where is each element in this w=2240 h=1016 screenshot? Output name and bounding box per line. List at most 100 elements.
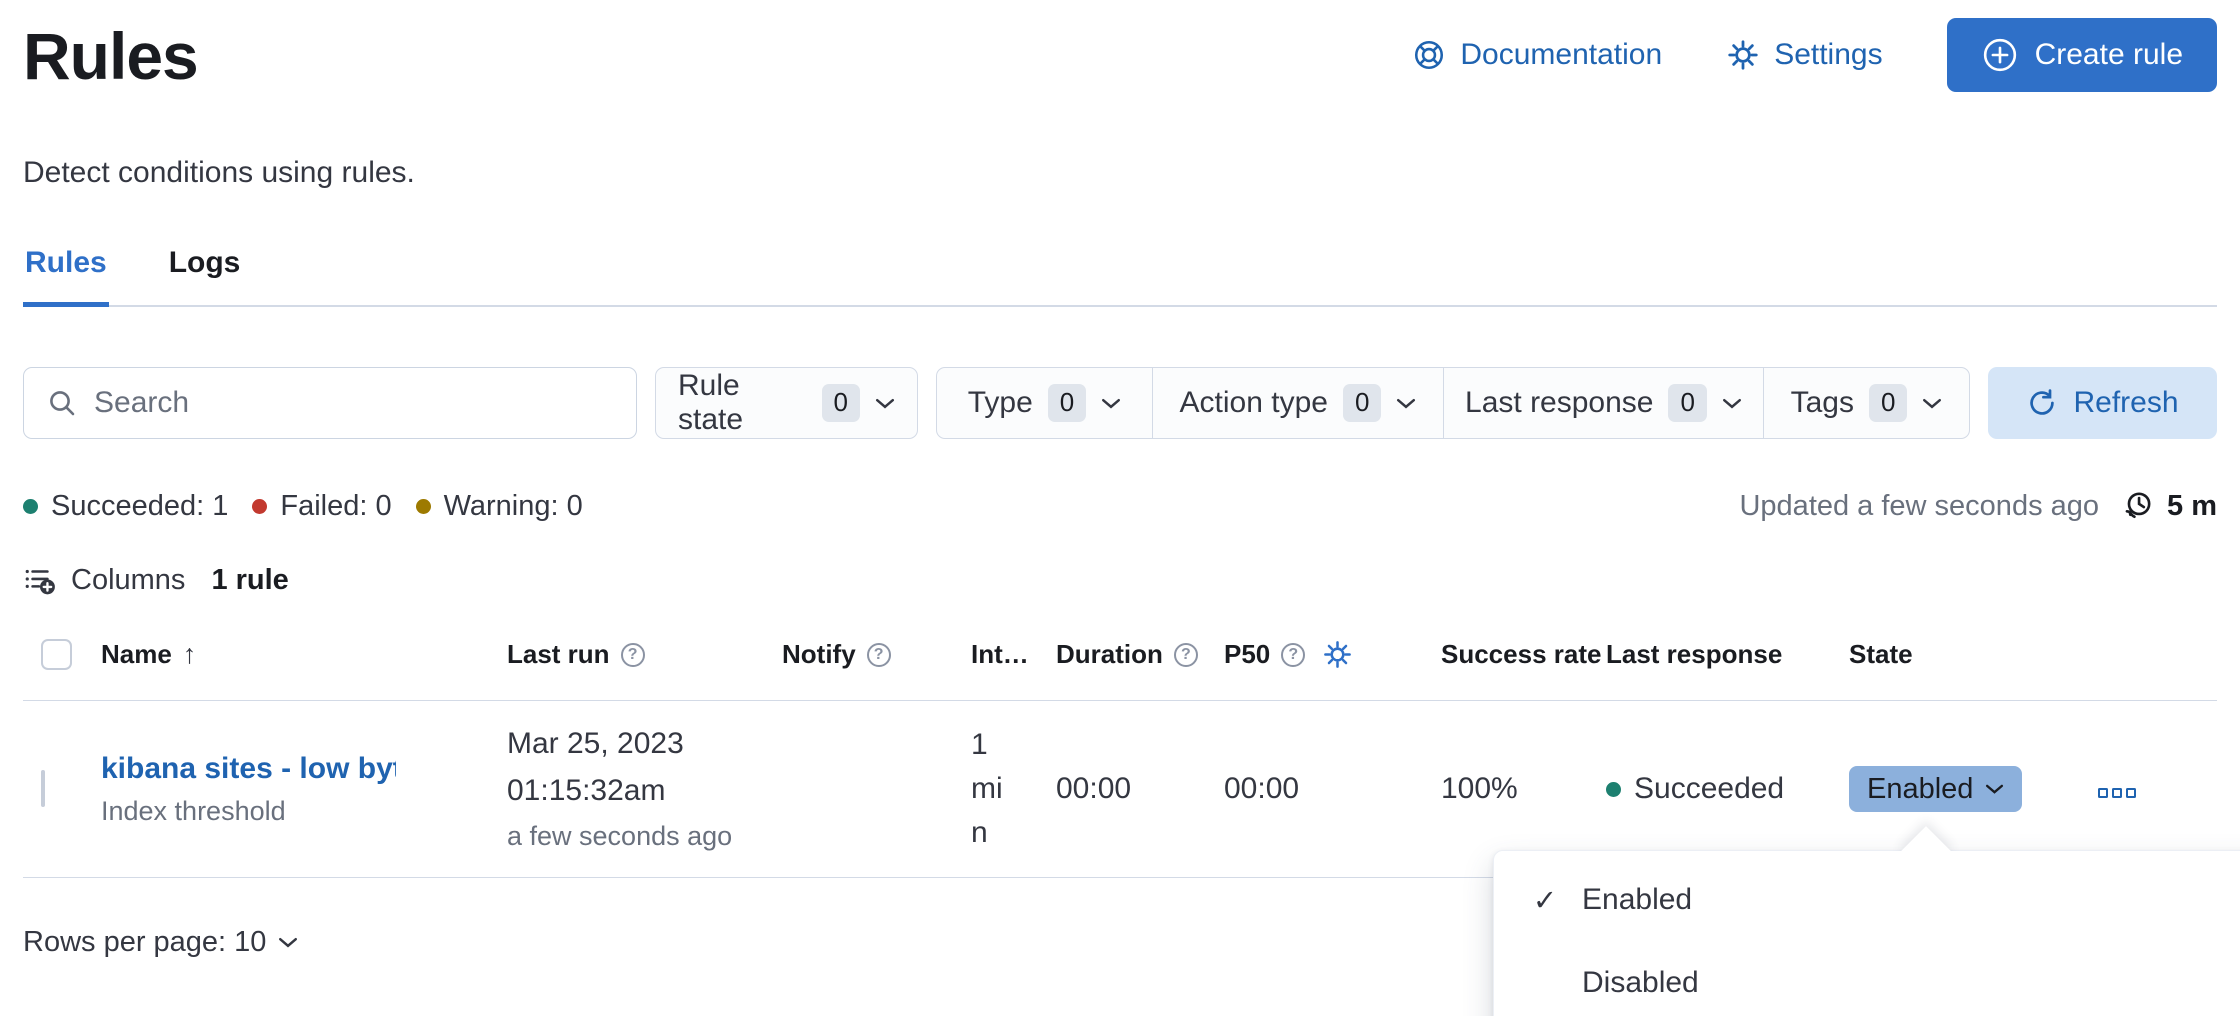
header-success-rate[interactable]: Success rate <box>1441 639 1606 670</box>
filter-action-type[interactable]: Action type 0 <box>1153 368 1444 438</box>
table-header-row: Name ↑ Last run ? Notify ? Interval Dura… <box>23 609 2217 701</box>
filter-type[interactable]: Type 0 <box>937 368 1153 438</box>
tab-rules[interactable]: Rules <box>23 246 109 307</box>
row-state-cell: Enabled <box>1849 766 2090 812</box>
help-icon[interactable]: ? <box>621 643 645 667</box>
interval-value: 1 min <box>971 723 1019 855</box>
state-value: Enabled <box>1867 773 1973 806</box>
filter-rule-state-count: 0 <box>822 384 860 421</box>
menu-item-enabled-label: Enabled <box>1582 883 1692 917</box>
header-duration[interactable]: Duration ? <box>1056 639 1224 670</box>
list-controls: Columns 1 rule <box>23 561 2217 599</box>
page-header: Rules Documentation Settin <box>23 0 2217 94</box>
last-run-relative: a few seconds ago <box>507 821 782 852</box>
last-response-value: Succeeded <box>1634 772 1784 806</box>
refresh-interval-control[interactable]: 5 m <box>2121 489 2217 523</box>
help-icon[interactable]: ? <box>1281 643 1305 667</box>
filter-rule-state-label: Rule state <box>678 369 807 437</box>
status-failed: Failed: 0 <box>252 490 391 523</box>
status-warning: Warning: 0 <box>416 490 583 523</box>
refresh-interval-value: 5 m <box>2167 490 2217 523</box>
chevron-down-icon <box>875 397 895 410</box>
warning-dot-icon <box>416 499 431 514</box>
failed-dot-icon <box>252 499 267 514</box>
rule-type-label: Index threshold <box>101 796 507 827</box>
filter-rule-state[interactable]: Rule state 0 <box>655 367 918 439</box>
rule-name-link[interactable]: kibana sites - low bytes <box>101 752 396 786</box>
filter-last-response-label: Last response <box>1465 386 1653 420</box>
tab-bar: Rules Logs <box>23 246 2217 307</box>
rows-per-page-control[interactable]: Rows per page: 10 <box>23 926 298 959</box>
state-dropdown-badge[interactable]: Enabled <box>1849 766 2022 812</box>
header-last-response[interactable]: Last response <box>1606 639 1849 670</box>
chevron-down-icon <box>278 936 298 949</box>
state-menu-popover: ✓ Enabled Disabled <box>1493 850 2240 1016</box>
filter-group: Type 0 Action type 0 Last response 0 <box>936 367 1970 439</box>
filter-tags-count: 0 <box>1869 384 1907 421</box>
create-rule-button[interactable]: Create rule <box>1947 18 2217 92</box>
filter-action-type-label: Action type <box>1180 386 1328 420</box>
select-all-checkbox[interactable] <box>41 639 72 670</box>
filter-action-type-count: 0 <box>1343 384 1381 421</box>
chevron-down-icon <box>1101 397 1121 410</box>
percentile-config-gear-icon[interactable] <box>1322 639 1353 670</box>
header-state[interactable]: State <box>1849 639 2090 670</box>
help-icon[interactable]: ? <box>867 643 891 667</box>
header-name[interactable]: Name ↑ <box>101 639 507 670</box>
filter-tags-label: Tags <box>1791 386 1854 420</box>
documentation-link[interactable]: Documentation <box>1412 38 1662 72</box>
row-select-cell <box>23 772 101 806</box>
row-actions-menu-icon[interactable] <box>2098 788 2136 798</box>
settings-link[interactable]: Settings <box>1726 38 1882 72</box>
refresh-icon <box>2026 387 2058 419</box>
search-box <box>23 367 637 439</box>
row-checkbox[interactable] <box>41 770 45 807</box>
help-icon[interactable]: ? <box>1174 643 1198 667</box>
last-run-time: 01:15:32am <box>507 774 782 808</box>
chevron-down-icon <box>1722 397 1742 410</box>
life-buoy-icon <box>1412 38 1446 72</box>
filter-last-response[interactable]: Last response 0 <box>1444 368 1764 438</box>
refresh-label: Refresh <box>2073 386 2178 420</box>
tab-logs[interactable]: Logs <box>167 246 243 307</box>
duration-value: 00:00 <box>1056 772 1131 805</box>
menu-item-disabled-label: Disabled <box>1582 966 1699 1000</box>
row-name-cell: kibana sites - low bytes Index threshold <box>101 752 507 827</box>
header-p50[interactable]: P50 ? <box>1224 639 1441 670</box>
updated-text: Updated a few seconds ago <box>1739 490 2099 523</box>
row-last-response-cell: Succeeded <box>1606 772 1849 806</box>
header-actions: Documentation Settings Create rule <box>1412 18 2217 92</box>
rule-count: 1 rule <box>211 564 288 597</box>
failed-label: Failed: 0 <box>280 490 391 523</box>
succeeded-label: Succeeded: 1 <box>51 490 228 523</box>
columns-icon <box>23 563 57 597</box>
menu-item-disabled[interactable]: Disabled <box>1494 954 2240 1012</box>
filter-type-count: 0 <box>1048 384 1086 421</box>
success-rate-value: 100% <box>1441 772 1518 805</box>
columns-button[interactable]: Columns <box>23 563 185 597</box>
refresh-button[interactable]: Refresh <box>1988 367 2217 439</box>
header-notify[interactable]: Notify ? <box>782 639 971 670</box>
succeeded-dot-icon <box>23 499 38 514</box>
header-interval[interactable]: Interval <box>971 639 1056 670</box>
rules-toolbar: Rule state 0 Type 0 Action type 0 <box>23 367 2217 439</box>
filter-tags[interactable]: Tags 0 <box>1764 368 1969 438</box>
row-p50-cell: 00:00 <box>1224 772 1441 806</box>
search-input[interactable] <box>94 386 614 420</box>
page-title: Rules <box>23 18 198 94</box>
sort-ascending-icon: ↑ <box>183 639 197 670</box>
chevron-down-icon <box>1922 397 1942 410</box>
header-last-run[interactable]: Last run ? <box>507 639 782 670</box>
check-icon: ✓ <box>1530 883 1560 918</box>
menu-item-enabled[interactable]: ✓ Enabled <box>1494 871 2240 929</box>
settings-label: Settings <box>1774 38 1882 72</box>
warning-label: Warning: 0 <box>444 490 583 523</box>
chevron-down-icon <box>1985 783 2004 795</box>
rows-per-page-label: Rows per page: 10 <box>23 926 266 959</box>
run-status-summary: Succeeded: 1 Failed: 0 Warning: 0 <box>23 490 593 523</box>
time-refresh-icon <box>2121 489 2155 523</box>
status-succeeded: Succeeded: 1 <box>23 490 228 523</box>
row-actions-cell <box>2090 772 2217 806</box>
row-interval-cell: 1 min <box>971 723 1056 855</box>
page-subtitle: Detect conditions using rules. <box>23 156 2217 190</box>
